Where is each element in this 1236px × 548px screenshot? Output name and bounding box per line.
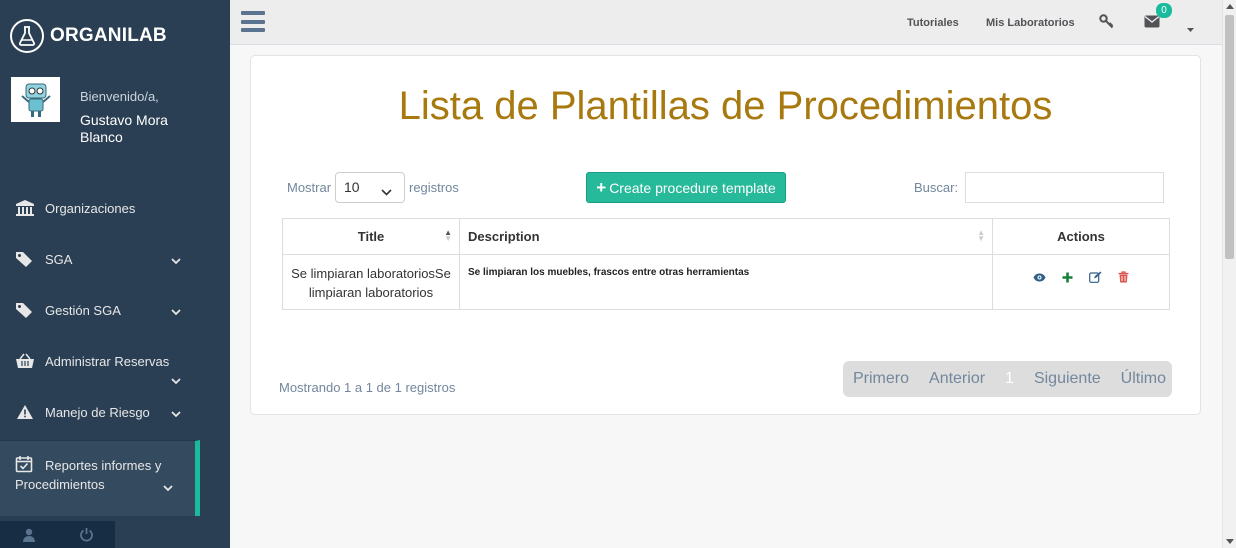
sidebar-item-administrar-reservas[interactable]: Administrar Reservas — [0, 344, 230, 385]
search-label: Buscar: — [914, 180, 959, 195]
scroll-down-arrow[interactable] — [1226, 539, 1234, 544]
envelope-icon[interactable] — [1144, 15, 1160, 33]
cell-description: Se limpiaran los muebles, frascos entre … — [459, 254, 993, 310]
sidebar-item-reportes[interactable]: Reportes informes y Procedimientos — [0, 440, 200, 516]
column-header-label: Title — [357, 229, 385, 244]
create-button-label: Create procedure template — [609, 179, 776, 196]
page-length-value: 10 — [344, 179, 360, 195]
caret-down-icon[interactable] — [1187, 20, 1194, 38]
flask-icon — [10, 19, 44, 53]
sidebar: ORGANILAB Bienvenido/a, Gustavo Mora Bla… — [0, 0, 230, 548]
pager-previous[interactable]: Anterior — [919, 370, 995, 388]
page-scrollbar[interactable] — [1222, 0, 1236, 548]
basket-icon — [15, 353, 35, 369]
cell-title: Se limpiaran laboratoriosSe limpiaran la… — [282, 254, 460, 310]
sort-asc-icon: ▲ ▼ — [444, 228, 452, 243]
user-icon[interactable] — [0, 521, 58, 548]
brand[interactable]: ORGANILAB — [10, 19, 167, 53]
add-plus-icon[interactable] — [1059, 270, 1075, 284]
page-title: Lista de Plantillas de Procedimientos — [398, 84, 1053, 128]
pager-next[interactable]: Siguiente — [1024, 370, 1111, 388]
chevron-down-icon — [171, 304, 181, 319]
sidebar-item-manejo-de-riesgo[interactable]: Manejo de Riesgo — [0, 395, 230, 429]
sort-icon: ▲ ▼ — [977, 228, 985, 243]
table-row: Se limpiaran laboratoriosSe limpiaran la… — [282, 254, 1170, 310]
sidebar-item-label: Gestión SGA — [45, 302, 121, 318]
pager-first[interactable]: Primero — [843, 370, 919, 388]
sidebar-item-label: Manejo de Riesgo — [45, 404, 150, 420]
chevron-down-icon — [171, 406, 181, 421]
view-eye-icon[interactable] — [1031, 270, 1047, 284]
key-icon[interactable] — [1099, 14, 1114, 34]
user-name: Gustavo Mora Blanco — [80, 112, 168, 145]
chevron-down-icon — [163, 479, 173, 497]
tags-icon — [15, 302, 35, 318]
messages-badge: 0 — [1156, 3, 1172, 18]
column-header-description[interactable]: Description ▲ ▼ — [459, 218, 993, 255]
pagination: Primero Anterior 1 Siguiente Último — [843, 361, 1172, 397]
bank-icon — [15, 199, 35, 217]
sidebar-item-label: Administrar Reservas — [45, 353, 170, 369]
sidebar-item-gestion-sga[interactable]: Gestión SGA — [0, 293, 230, 327]
plus-icon: + — [596, 177, 607, 197]
show-entries-label: Mostrar — [287, 180, 332, 195]
sidebar-footer — [0, 521, 115, 548]
table-info: Mostrando 1 a 1 de 1 registros — [279, 380, 456, 395]
warning-icon — [15, 404, 35, 420]
avatar[interactable] — [11, 77, 60, 122]
edit-icon[interactable] — [1087, 270, 1103, 284]
page-length-select[interactable]: 10 — [335, 172, 405, 203]
pager-last[interactable]: Último — [1111, 370, 1176, 388]
column-header-title[interactable]: Title ▲ ▼ — [282, 218, 460, 255]
delete-trash-icon[interactable] — [1115, 270, 1131, 284]
sidebar-item-label: SGA — [45, 251, 73, 267]
content-panel: Lista de Plantillas de Procedimientos Mo… — [250, 55, 1201, 415]
nav-link-mis-laboratorios[interactable]: Mis Laboratorios — [986, 17, 1075, 29]
welcome-text: Bienvenido/a, — [80, 89, 159, 104]
column-header-actions: Actions — [992, 218, 1170, 255]
sidebar-item-label: Reportes informes y Procedimientos — [15, 458, 162, 492]
nav-link-tutoriales[interactable]: Tutoriales — [907, 17, 959, 29]
top-navbar: Tutoriales Mis Laboratorios 0 — [230, 0, 1222, 45]
records-label: registros — [409, 180, 459, 195]
tags-icon — [15, 251, 35, 267]
pager-current-page[interactable]: 1 — [995, 370, 1024, 388]
chevron-down-icon — [171, 373, 181, 388]
menu-toggle-icon[interactable] — [241, 11, 265, 32]
sidebar-item-organizaciones[interactable]: Organizaciones — [0, 191, 230, 225]
scroll-up-arrow[interactable] — [1226, 4, 1234, 9]
chevron-down-icon — [381, 183, 392, 199]
sidebar-item-sga[interactable]: SGA — [0, 242, 230, 276]
brand-name: ORGANILAB — [50, 25, 167, 46]
search-input[interactable] — [965, 172, 1164, 203]
cell-actions — [992, 254, 1170, 310]
power-icon[interactable] — [58, 521, 116, 548]
column-header-label: Actions — [1057, 229, 1105, 244]
sidebar-item-label: Organizaciones — [45, 200, 136, 216]
chevron-down-icon — [171, 253, 181, 268]
column-header-label: Description — [468, 229, 540, 244]
scroll-thumb[interactable] — [1225, 15, 1234, 259]
procedure-templates-table: Title ▲ ▼ Description ▲ ▼ Actions Se limpi… — [282, 218, 1170, 310]
table-header-row: Title ▲ ▼ Description ▲ ▼ Actions — [282, 218, 1170, 255]
create-procedure-template-button[interactable]: + Create procedure template — [586, 172, 786, 203]
